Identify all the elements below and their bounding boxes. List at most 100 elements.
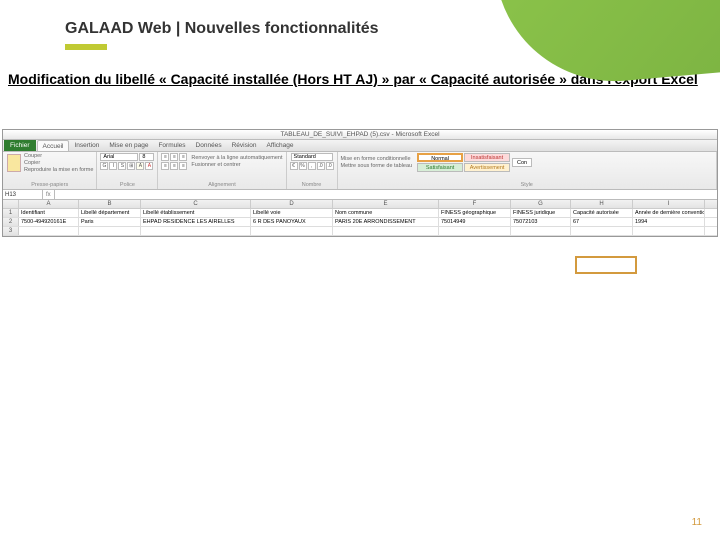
align-bot-icon[interactable]: ≡	[179, 153, 187, 161]
col-hdr-corner[interactable]	[3, 200, 19, 208]
highlight-capacite-autorisee	[575, 256, 637, 274]
table-header-row: 1 Identifiant Libellé département Libell…	[3, 209, 717, 218]
empty-cell[interactable]	[511, 227, 571, 235]
merge-center-button[interactable]: Fusionner et centrer	[191, 162, 282, 168]
wrap-text-button[interactable]: Renvoyer à la ligne automatiquement	[191, 155, 282, 161]
page-number: 11	[692, 517, 702, 528]
col-hdr-e[interactable]: E	[333, 200, 439, 208]
hdr-identifiant[interactable]: Identifiant	[19, 209, 79, 217]
tab-insertion[interactable]: Insertion	[69, 140, 104, 151]
name-box[interactable]: H13	[3, 190, 43, 199]
cell-libelle-etab[interactable]: EHPAD RESIDENCE LES AIRELLES	[141, 218, 251, 226]
underline-icon[interactable]: S	[118, 162, 126, 170]
row-hdr-1[interactable]: 1	[3, 209, 19, 217]
align-center-icon[interactable]: ≡	[170, 162, 178, 170]
ribbon-group-alignment: ≡ ≡ ≡ ≡ ≡ ≡ Renvoyer à la ligne automati…	[158, 152, 286, 189]
cell-libelle-voie[interactable]: 6 R DES PANOYAUX	[251, 218, 333, 226]
tab-revision[interactable]: Révision	[227, 140, 262, 151]
copy-button[interactable]: Copier	[24, 160, 93, 166]
col-hdr-a[interactable]: A	[19, 200, 79, 208]
cell-capacite-autorisee[interactable]: 67	[571, 218, 633, 226]
empty-cell[interactable]	[19, 227, 79, 235]
fx-icon[interactable]: fx	[43, 190, 55, 199]
font-name-select[interactable]: Arial	[100, 153, 138, 161]
cell-identifiant[interactable]: 7500-494920161E	[19, 218, 79, 226]
empty-cell[interactable]	[333, 227, 439, 235]
italic-icon[interactable]: I	[109, 162, 117, 170]
currency-icon[interactable]: €	[290, 162, 298, 170]
hdr-annee-convention[interactable]: Année de dernière convention	[633, 209, 705, 217]
format-as-table-button[interactable]: Mettre sous forme de tableau	[341, 163, 413, 169]
hdr-finess-geo[interactable]: FINESS géographique	[439, 209, 511, 217]
tab-formules[interactable]: Formules	[153, 140, 190, 151]
tab-mise-en-page[interactable]: Mise en page	[104, 140, 153, 151]
excel-ribbon-tabs: Fichier Accueil Insertion Mise en page F…	[3, 140, 717, 152]
style-avertissement[interactable]: Avertissement	[464, 163, 510, 172]
align-top-icon[interactable]: ≡	[161, 153, 169, 161]
tab-donnees[interactable]: Données	[191, 140, 227, 151]
ribbon-label-alignment: Alignement	[161, 182, 282, 189]
cell-finess-jur[interactable]: 75072103	[511, 218, 571, 226]
style-normal[interactable]: Normal	[417, 153, 463, 162]
col-hdr-d[interactable]: D	[251, 200, 333, 208]
align-left-icon[interactable]: ≡	[161, 162, 169, 170]
align-right-icon[interactable]: ≡	[179, 162, 187, 170]
tab-accueil[interactable]: Accueil	[37, 140, 70, 151]
cell-libelle-dept[interactable]: Paris	[79, 218, 141, 226]
align-mid-icon[interactable]: ≡	[170, 153, 178, 161]
title-prefix: GALAAD Web	[65, 20, 171, 37]
empty-cell[interactable]	[633, 227, 705, 235]
empty-cell[interactable]	[439, 227, 511, 235]
empty-cell[interactable]	[571, 227, 633, 235]
hdr-libelle-etab[interactable]: Libellé établissement	[141, 209, 251, 217]
column-headers: A B C D E F G H I	[3, 200, 717, 209]
ribbon-group-clipboard: Couper Copier Reproduire la mise en form…	[3, 152, 97, 189]
paste-icon[interactable]	[7, 154, 21, 172]
col-hdr-g[interactable]: G	[511, 200, 571, 208]
row-hdr-2[interactable]: 2	[3, 218, 19, 226]
col-hdr-i[interactable]: I	[633, 200, 705, 208]
bold-icon[interactable]: G	[100, 162, 108, 170]
ribbon-label-number: Nombre	[290, 182, 334, 189]
title-suffix: Nouvelles fonctionnalités	[185, 20, 379, 37]
style-satisfaisant[interactable]: Satisfaisant	[417, 163, 463, 172]
font-size-select[interactable]: 8	[139, 153, 154, 161]
conditional-format-button[interactable]: Mise en forme conditionnelle	[341, 156, 413, 162]
fill-color-icon[interactable]: A	[136, 162, 144, 170]
style-insatisfaisant[interactable]: Insatisfaisant	[464, 153, 510, 162]
inc-decimal-icon[interactable]: .0	[317, 162, 325, 170]
cell-finess-geo[interactable]: 75014949	[439, 218, 511, 226]
cell-nom-commune[interactable]: PARIS 20E ARRONDISSEMENT	[333, 218, 439, 226]
percent-icon[interactable]: %	[299, 162, 307, 170]
dec-decimal-icon[interactable]: .0	[326, 162, 334, 170]
format-painter-button[interactable]: Reproduire la mise en forme	[24, 167, 93, 173]
file-tab[interactable]: Fichier	[4, 140, 36, 151]
comma-icon[interactable]: ,	[308, 162, 316, 170]
font-color-icon[interactable]: A	[145, 162, 153, 170]
hdr-libelle-dept[interactable]: Libellé département	[79, 209, 141, 217]
style-con[interactable]: Con	[512, 158, 532, 167]
col-hdr-b[interactable]: B	[79, 200, 141, 208]
hdr-nom-commune[interactable]: Nom commune	[333, 209, 439, 217]
ribbon-label-font: Police	[100, 182, 154, 189]
empty-cell[interactable]	[79, 227, 141, 235]
title-separator: |	[171, 20, 184, 37]
col-hdr-h[interactable]: H	[571, 200, 633, 208]
excel-ribbon: Couper Copier Reproduire la mise en form…	[3, 152, 717, 190]
tab-affichage[interactable]: Affichage	[262, 140, 299, 151]
ribbon-label-style: Style	[341, 182, 713, 189]
empty-cell[interactable]	[251, 227, 333, 235]
hdr-finess-jur[interactable]: FINESS juridique	[511, 209, 571, 217]
cut-button[interactable]: Couper	[24, 153, 93, 159]
hdr-capacite-autorisee[interactable]: Capacité autorisée	[571, 209, 633, 217]
excel-screenshot: TABLEAU_DE_SUIVI_EHPAD (5).csv - Microso…	[2, 129, 718, 237]
empty-cell[interactable]	[141, 227, 251, 235]
table-row: 2 7500-494920161E Paris EHPAD RESIDENCE …	[3, 218, 717, 227]
row-hdr-3[interactable]: 3	[3, 227, 19, 235]
col-hdr-c[interactable]: C	[141, 200, 251, 208]
border-icon[interactable]: ⊞	[127, 162, 135, 170]
hdr-libelle-voie[interactable]: Libellé voie	[251, 209, 333, 217]
number-format-select[interactable]: Standard	[291, 153, 333, 161]
cell-annee-convention[interactable]: 1994	[633, 218, 705, 226]
col-hdr-f[interactable]: F	[439, 200, 511, 208]
